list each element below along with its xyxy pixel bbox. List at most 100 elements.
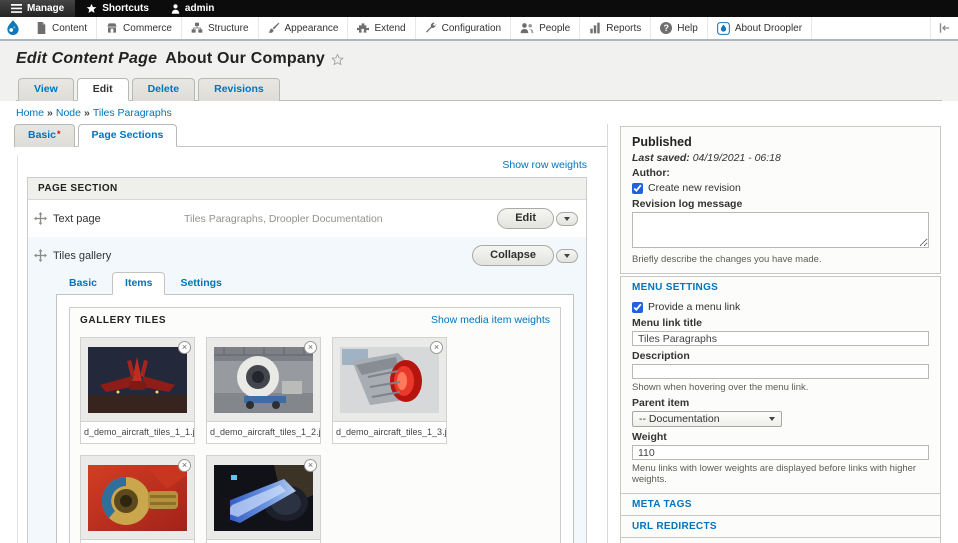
page-section-legend: PAGE SECTION [28,178,586,200]
media-thumbnail-blue-afterburner [214,465,313,531]
admin-toolbar: Content Commerce Structure Appearance Ex… [0,17,958,41]
toolbar-item-structure[interactable]: Structure [182,17,259,39]
droopler-logo[interactable] [0,17,27,39]
shortcuts-menu-item[interactable]: Shortcuts [75,0,160,17]
media-thumbnail-red-jet [88,347,187,413]
form-tab-page-sections[interactable]: Page Sections [77,124,178,147]
collapse-dropdown-toggle[interactable] [556,248,578,263]
media-tile: × d_demo_aircraft_tiles_1_3.jpg [332,337,447,444]
remove-media-icon[interactable]: × [430,341,443,354]
toolbar-item-people[interactable]: People [511,17,581,39]
store-icon [107,23,117,33]
drag-handle-icon[interactable] [34,212,47,225]
collapse-button-group: Collapse [472,245,578,266]
toolbar-item-configuration[interactable]: Configuration [416,17,512,39]
edit-dropdown-toggle[interactable] [556,211,578,226]
tab-revisions[interactable]: Revisions [198,78,280,101]
weight-help: Menu links with lower weights are displa… [632,463,917,485]
menu-link-title-input[interactable] [632,331,929,346]
revision-log-textarea[interactable] [632,212,929,248]
paragraph-type-label: Tiles gallery [53,249,112,262]
toolbar-item-about-droopler[interactable]: About Droopler [708,17,813,39]
parent-item-label: Parent item [632,397,690,409]
page: Manage Shortcuts admin Content Commerce … [0,0,958,543]
parent-item-value: -- Documentation [639,413,720,425]
drag-handle-icon[interactable] [34,249,47,262]
bookmark-star-icon[interactable] [331,52,344,66]
menu-settings-summary[interactable]: MENU SETTINGS [621,277,940,298]
edit-button-group: Edit [497,208,578,229]
document-icon [37,22,46,34]
provide-menu-link-row: Provide a menu link [632,301,929,313]
gallery-tab-settings[interactable]: Settings [167,272,234,295]
create-new-revision-checkbox[interactable] [632,182,643,194]
form-main-column: Basic* Page Sections Show row weights PA… [0,124,608,543]
breadcrumb: Home» Node» Tiles Paragraphs [0,101,958,124]
description-input[interactable] [632,364,929,379]
menu-settings-section: MENU SETTINGS Provide a menu link Menu l… [620,276,941,494]
breadcrumb-current[interactable]: Tiles Paragraphs [93,107,172,119]
gallery-tab-basic[interactable]: Basic [56,272,110,295]
primary-tabs: View Edit Delete Revisions [16,78,942,101]
gallery-tiles-legend-row: GALLERY TILES Show media item weights [70,308,560,331]
toolbar-item-reports[interactable]: Reports [580,17,652,39]
form-sidebar-column: Published Last saved: 04/19/2021 - 06:18… [608,124,958,543]
weight-input[interactable] [632,445,929,460]
author-label: Author: [632,167,670,179]
description-label: Description [632,350,690,362]
remove-media-icon[interactable]: × [304,341,317,354]
breadcrumb-node[interactable]: Node [56,107,81,119]
paragraph-summary: Tiles Paragraphs, Droopler Documentation [184,212,383,225]
create-new-revision-row: Create new revision [632,182,929,194]
toolbar-label: Help [677,22,698,34]
simple-xml-sitemap-summary[interactable]: SIMPLE XML SITEMAP [621,538,940,543]
breadcrumb-separator: » [47,107,53,119]
url-redirects-summary[interactable]: URL REDIRECTS [621,516,940,537]
toolbar-label: Configuration [441,22,502,34]
form-tab-basic[interactable]: Basic* [14,124,75,147]
wrench-icon [425,22,436,33]
toolbar-item-content[interactable]: Content [27,17,98,39]
remove-media-icon[interactable]: × [178,341,191,354]
publish-status: Published [632,135,692,149]
page-title-node: About Our Company [165,50,326,67]
admin-bar: Manage Shortcuts admin [0,0,958,17]
remove-media-icon[interactable]: × [178,459,191,472]
media-filename: d_demo_aircraft_tiles_1_1.jpg [81,421,194,443]
show-row-weights-link[interactable]: Show row weights [502,159,587,171]
breadcrumb-home[interactable]: Home [16,107,44,119]
revision-log-help: Briefly describe the changes you have ma… [632,254,822,265]
provide-menu-link-checkbox[interactable] [632,301,643,313]
tab-edit[interactable]: Edit [76,78,129,101]
media-tile: × d_demo_aircraft_tiles_1_4.jpg [80,455,195,543]
show-media-item-weights-link[interactable]: Show media item weights [431,314,550,326]
toolbar-orientation-toggle[interactable] [930,17,958,39]
toolbar-label: Reports [606,22,642,34]
droplet-outline-icon [716,21,730,35]
gallery-tab-items[interactable]: Items [112,272,166,295]
toolbar-item-commerce[interactable]: Commerce [97,17,182,39]
tab-view[interactable]: View [18,78,74,101]
paragraph-title: Text page [34,212,184,225]
last-saved-label: Last saved: [632,152,690,164]
weight-label: Weight [632,431,667,443]
toolbar-item-help[interactable]: ? Help [651,17,708,39]
puzzle-icon [357,23,370,33]
user-menu-item[interactable]: admin [160,0,225,17]
menu-settings-body: Provide a menu link Menu link title Desc… [621,298,940,493]
meta-tags-summary[interactable]: META TAGS [621,494,940,515]
toolbar-label: Content [52,22,88,34]
edit-button[interactable]: Edit [497,208,554,229]
toolbar-item-extend[interactable]: Extend [348,17,416,39]
toolbar-item-appearance[interactable]: Appearance [259,17,349,39]
collapse-left-icon [939,23,950,33]
paragraph-type-label: Text page [53,212,101,225]
media-tile: × d_demo_aircraft_tiles_1_5.jpg [206,455,321,543]
remove-media-icon[interactable]: × [304,459,317,472]
sitemap-icon [191,22,203,33]
tab-delete[interactable]: Delete [131,78,196,101]
media-filename: d_demo_aircraft_tiles_1_4.jpg [81,539,194,543]
parent-item-select[interactable]: -- Documentation [632,411,782,427]
manage-menu-item[interactable]: Manage [0,0,76,17]
collapse-button[interactable]: Collapse [472,245,554,266]
